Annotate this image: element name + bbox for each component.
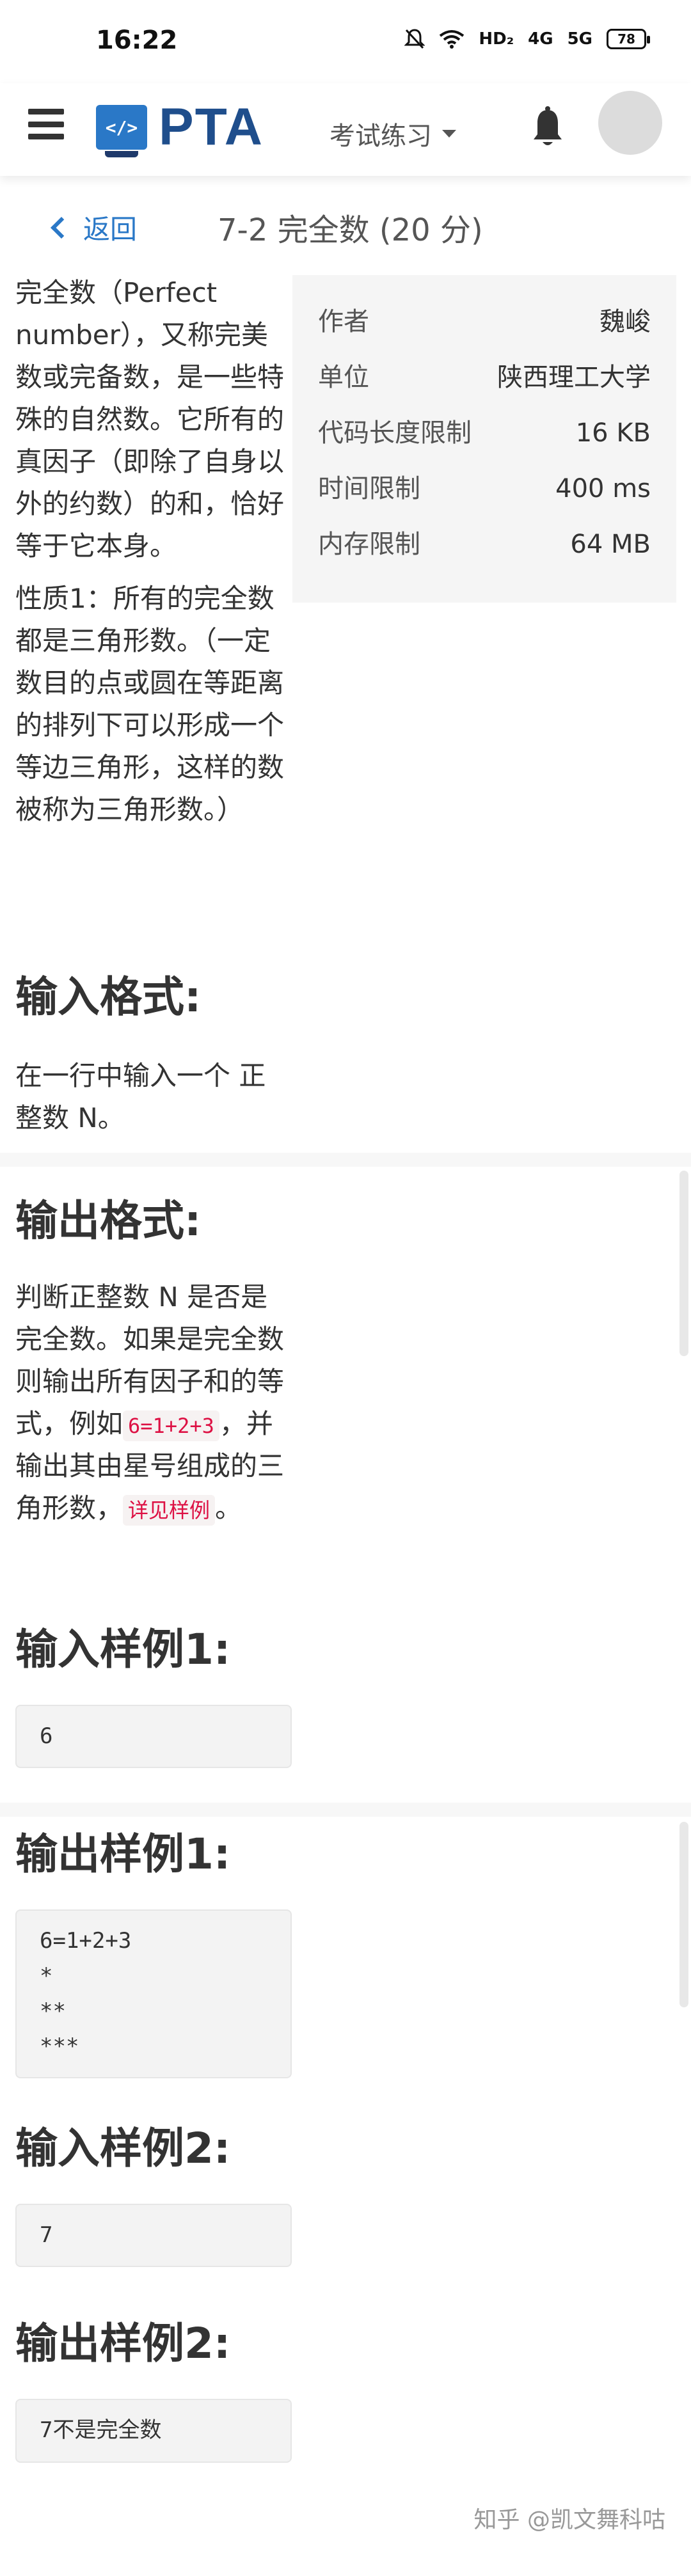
info-row-code-limit: 代码长度限制 16 KB [318, 406, 651, 461]
sample-input-1-code: 6 [15, 1705, 292, 1768]
pta-logo[interactable]: </> PTA [96, 97, 264, 157]
chevron-left-icon [51, 216, 72, 239]
sample-output-2-code: 7不是完全数 [15, 2399, 292, 2463]
sample-input-1-heading: 输入样例1: [15, 1625, 231, 1674]
back-label: 返回 [83, 214, 138, 245]
footer: 知乎 @凯文舞科咕 [0, 2469, 691, 2576]
sample-output-1-heading: 输出样例1: [15, 1829, 231, 1879]
status-time: 16:22 [96, 26, 178, 55]
wifi-icon [440, 30, 465, 49]
info-value: 64 MB [570, 530, 651, 559]
battery-level: 78 [617, 31, 635, 47]
info-row-time-limit: 时间限制 400 ms [318, 461, 651, 517]
info-value: 400 ms [555, 474, 651, 503]
see-samples-code: 详见样例 [123, 1495, 216, 1526]
hd-badge: HD₂ [479, 29, 514, 49]
page-gap [0, 1153, 691, 1167]
sample-output-1-section: 输出样例1: 6=1+2+3 * ** *** [15, 1820, 292, 2078]
sample-output-2-heading: 输出样例2: [15, 2319, 231, 2368]
code-monitor-icon: </> [96, 105, 147, 157]
info-row-unit: 单位 陕西理工大学 [318, 350, 651, 406]
output-format-text: 判断正整数 N 是否是完全数。如果是完全数则输出所有因子和的等式，例如 6=1+2… [15, 1276, 292, 1529]
output-format-heading: 输出格式: [15, 1196, 202, 1245]
sample-output-1-code: 6=1+2+3 * ** *** [15, 1909, 292, 2078]
status-icons: HD₂ 4G 5G 78 [404, 28, 650, 50]
input-format-heading: 输入格式: [15, 972, 202, 1022]
exam-menu-label: 考试练习 [330, 122, 432, 151]
bell-icon[interactable] [528, 102, 567, 154]
input-format-section: 输入格式: 在一行中输入一个 正整数 N。 [15, 963, 292, 1139]
sample-output-2-section: 输出样例2: 7不是完全数 [15, 2309, 292, 2463]
info-row-memory-limit: 内存限制 64 MB [318, 517, 651, 573]
mute-bell-icon [404, 29, 425, 49]
info-key: 时间限制 [318, 474, 420, 503]
info-key: 代码长度限制 [318, 418, 472, 448]
sample-input-2-section: 输入样例2: 7 [15, 2114, 292, 2267]
info-key: 作者 [318, 307, 369, 336]
sample-input-2-heading: 输入样例2: [15, 2124, 231, 2173]
signal-4g: 4G [528, 29, 553, 49]
exam-practice-menu[interactable]: 考试练习 [330, 115, 456, 152]
example-equation-code: 6=1+2+3 [123, 1410, 219, 1441]
output-format-section: 输出格式: 判断正整数 N 是否是完全数。如果是完全数则输出所有因子和的等式，例… [15, 1187, 292, 1529]
info-value: 魏峻 [600, 307, 651, 336]
intro-paragraph: 完全数（Perfect number），又称完美数或完备数，是一些特殊的自然数。… [15, 277, 285, 562]
zhihu-watermark: 知乎 @凯文舞科咕 [473, 2507, 665, 2533]
app-header: </> PTA 考试练习 [0, 83, 691, 176]
info-value: 陕西理工大学 [497, 363, 651, 392]
info-row-author: 作者 魏峻 [318, 294, 651, 350]
signal-5g: 5G [567, 29, 592, 49]
battery-icon: 78 [607, 29, 650, 49]
scrollbar[interactable] [679, 1171, 688, 1356]
avatar[interactable] [598, 91, 662, 155]
sample-input-2-code: 7 [15, 2204, 292, 2267]
scrollbar[interactable] [679, 1822, 688, 2007]
back-button[interactable]: 返回 [51, 208, 138, 247]
page-title: 7-2 完全数 (20 分) [218, 212, 483, 248]
property-paragraph: 性质1：所有的完全数都是三角形数。（一定数目的点或圆在等距离的排列下可以形成一个… [15, 583, 285, 825]
input-format-text: 在一行中输入一个 正整数 N。 [15, 1060, 266, 1134]
output-text-part3: 。 [215, 1492, 242, 1524]
problem-info-panel: 作者 魏峻 单位 陕西理工大学 代码长度限制 16 KB 时间限制 400 ms… [292, 275, 676, 603]
status-bar: 16:22 HD₂ 4G 5G 78 [0, 0, 691, 83]
info-value: 16 KB [575, 418, 651, 448]
hamburger-icon[interactable] [28, 109, 64, 139]
sample-input-1-section: 输入样例1: 6 [15, 1615, 292, 1768]
problem-title-bar: 返回 7-2 完全数 (20 分) [0, 192, 691, 262]
caret-down-icon [442, 130, 456, 138]
info-key: 内存限制 [318, 530, 420, 559]
info-key: 单位 [318, 363, 369, 392]
page-gap [0, 1803, 691, 1817]
logo-text: PTA [159, 98, 264, 156]
problem-description: 完全数（Perfect number），又称完美数或完备数，是一些特殊的自然数。… [15, 272, 292, 831]
